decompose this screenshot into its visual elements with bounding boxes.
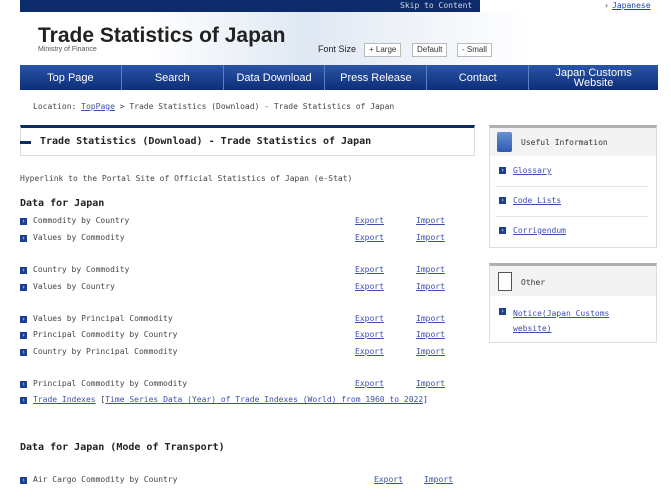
estat-text: Hyperlink to the Portal Site of Official… — [20, 174, 353, 183]
main-nav: Top Page Search Data Download Press Rele… — [20, 65, 658, 90]
trade-indexes-series-link[interactable]: Time Series Data (Year) of Trade Indexes… — [105, 395, 423, 404]
font-large-button[interactable]: + Large — [364, 43, 402, 57]
site-title[interactable]: Trade Statistics of Japan — [38, 24, 285, 48]
nav-search[interactable]: Search — [122, 65, 224, 90]
export-link[interactable]: Export — [355, 379, 384, 388]
section-heading-transport: Data for Japan (Mode of Transport) — [20, 442, 225, 453]
import-link[interactable]: Import — [416, 265, 445, 274]
useful-info-heading: Useful Information — [521, 138, 608, 147]
bullet-icon: › — [499, 167, 506, 174]
corrigendum-link[interactable]: Corrigendum — [513, 226, 566, 235]
row-label: Values by Principal Commodity — [33, 314, 173, 323]
bullet-icon: › — [499, 308, 506, 315]
row-label: Principal Commodity by Commodity — [33, 379, 188, 388]
nav-customs-website[interactable]: Japan Customs Website — [529, 65, 658, 90]
row-label: Principal Commodity by Country — [33, 330, 178, 339]
chevron-right-icon: › — [604, 1, 609, 10]
breadcrumb-current: > Trade Statistics (Download) - Trade St… — [114, 102, 395, 111]
nav-data-download[interactable]: Data Download — [224, 65, 326, 90]
notice-link[interactable]: Notice(Japan Customs website) — [513, 306, 623, 336]
breadcrumb-label: Location: — [33, 102, 82, 111]
font-default-button[interactable]: Default — [412, 43, 448, 57]
bullet-icon: › — [499, 227, 506, 234]
bullet-icon: › — [20, 316, 27, 323]
glossary-link[interactable]: Glossary — [513, 166, 552, 175]
trade-indexes-row: Trade Indexes [Time Series Data (Year) o… — [33, 395, 428, 404]
bullet-icon: › — [20, 218, 27, 225]
bullet-icon: › — [499, 197, 506, 204]
row-label: Values by Commodity — [33, 233, 125, 242]
bullet-icon: › — [20, 284, 27, 291]
book-icon — [497, 132, 512, 152]
page-title: Trade Statistics (Download) - Trade Stat… — [40, 136, 372, 147]
trade-indexes-link[interactable]: Trade Indexes — [33, 395, 96, 404]
bullet-icon: › — [20, 349, 27, 356]
export-link[interactable]: Export — [355, 314, 384, 323]
site-subtitle: Ministry of Finance — [38, 46, 97, 53]
bullet-icon: › — [20, 381, 27, 388]
bullet-icon: › — [20, 397, 27, 404]
import-link[interactable]: Import — [416, 314, 445, 323]
breadcrumb-top-link[interactable]: TopPage — [81, 102, 115, 111]
row-label: Air Cargo Commodity by Country — [33, 475, 178, 484]
code-lists-link[interactable]: Code Lists — [513, 196, 561, 205]
bullet-icon: › — [20, 235, 27, 242]
skip-to-content-link[interactable]: Skip to Content — [400, 0, 472, 12]
import-link[interactable]: Import — [416, 379, 445, 388]
import-link[interactable]: Import — [416, 282, 445, 291]
bullet-icon: › — [20, 332, 27, 339]
import-link[interactable]: Import — [416, 233, 445, 242]
nav-press-release[interactable]: Press Release — [325, 65, 428, 90]
document-icon — [498, 272, 512, 291]
import-link[interactable]: Import — [424, 475, 453, 484]
dash-icon — [20, 141, 31, 144]
sidebar-item-glossary[interactable]: › Glossary — [496, 162, 648, 187]
nav-top-page[interactable]: Top Page — [20, 65, 122, 90]
row-label: Commodity by Country — [33, 216, 130, 225]
row-label: Country by Principal Commodity — [33, 347, 178, 356]
export-link[interactable]: Export — [355, 233, 384, 242]
import-link[interactable]: Import — [416, 330, 445, 339]
bullet-icon: › — [20, 477, 27, 484]
export-link[interactable]: Export — [355, 265, 384, 274]
section-heading: Data for Japan — [20, 198, 105, 209]
import-link[interactable]: Import — [416, 347, 445, 356]
export-link[interactable]: Export — [355, 347, 384, 356]
export-link[interactable]: Export — [355, 216, 384, 225]
export-link[interactable]: Export — [374, 475, 403, 484]
sidebar-item-code-lists[interactable]: › Code Lists — [496, 192, 648, 217]
export-link[interactable]: Export — [355, 330, 384, 339]
import-link[interactable]: Import — [416, 216, 445, 225]
row-label: Values by Country — [33, 282, 115, 291]
font-size-label: Font Size — [318, 44, 357, 54]
sidebar-item-corrigendum[interactable]: › Corrigendum — [496, 222, 648, 244]
japanese-link[interactable]: Japanese — [612, 0, 651, 12]
breadcrumb: Location: TopPage > Trade Statistics (Do… — [33, 102, 394, 111]
row-label: Country by Commodity — [33, 265, 130, 274]
nav-contact[interactable]: Contact — [427, 65, 530, 90]
bullet-icon: › — [20, 267, 27, 274]
export-link[interactable]: Export — [355, 282, 384, 291]
font-small-button[interactable]: - Small — [457, 43, 492, 57]
other-heading: Other — [521, 278, 546, 287]
